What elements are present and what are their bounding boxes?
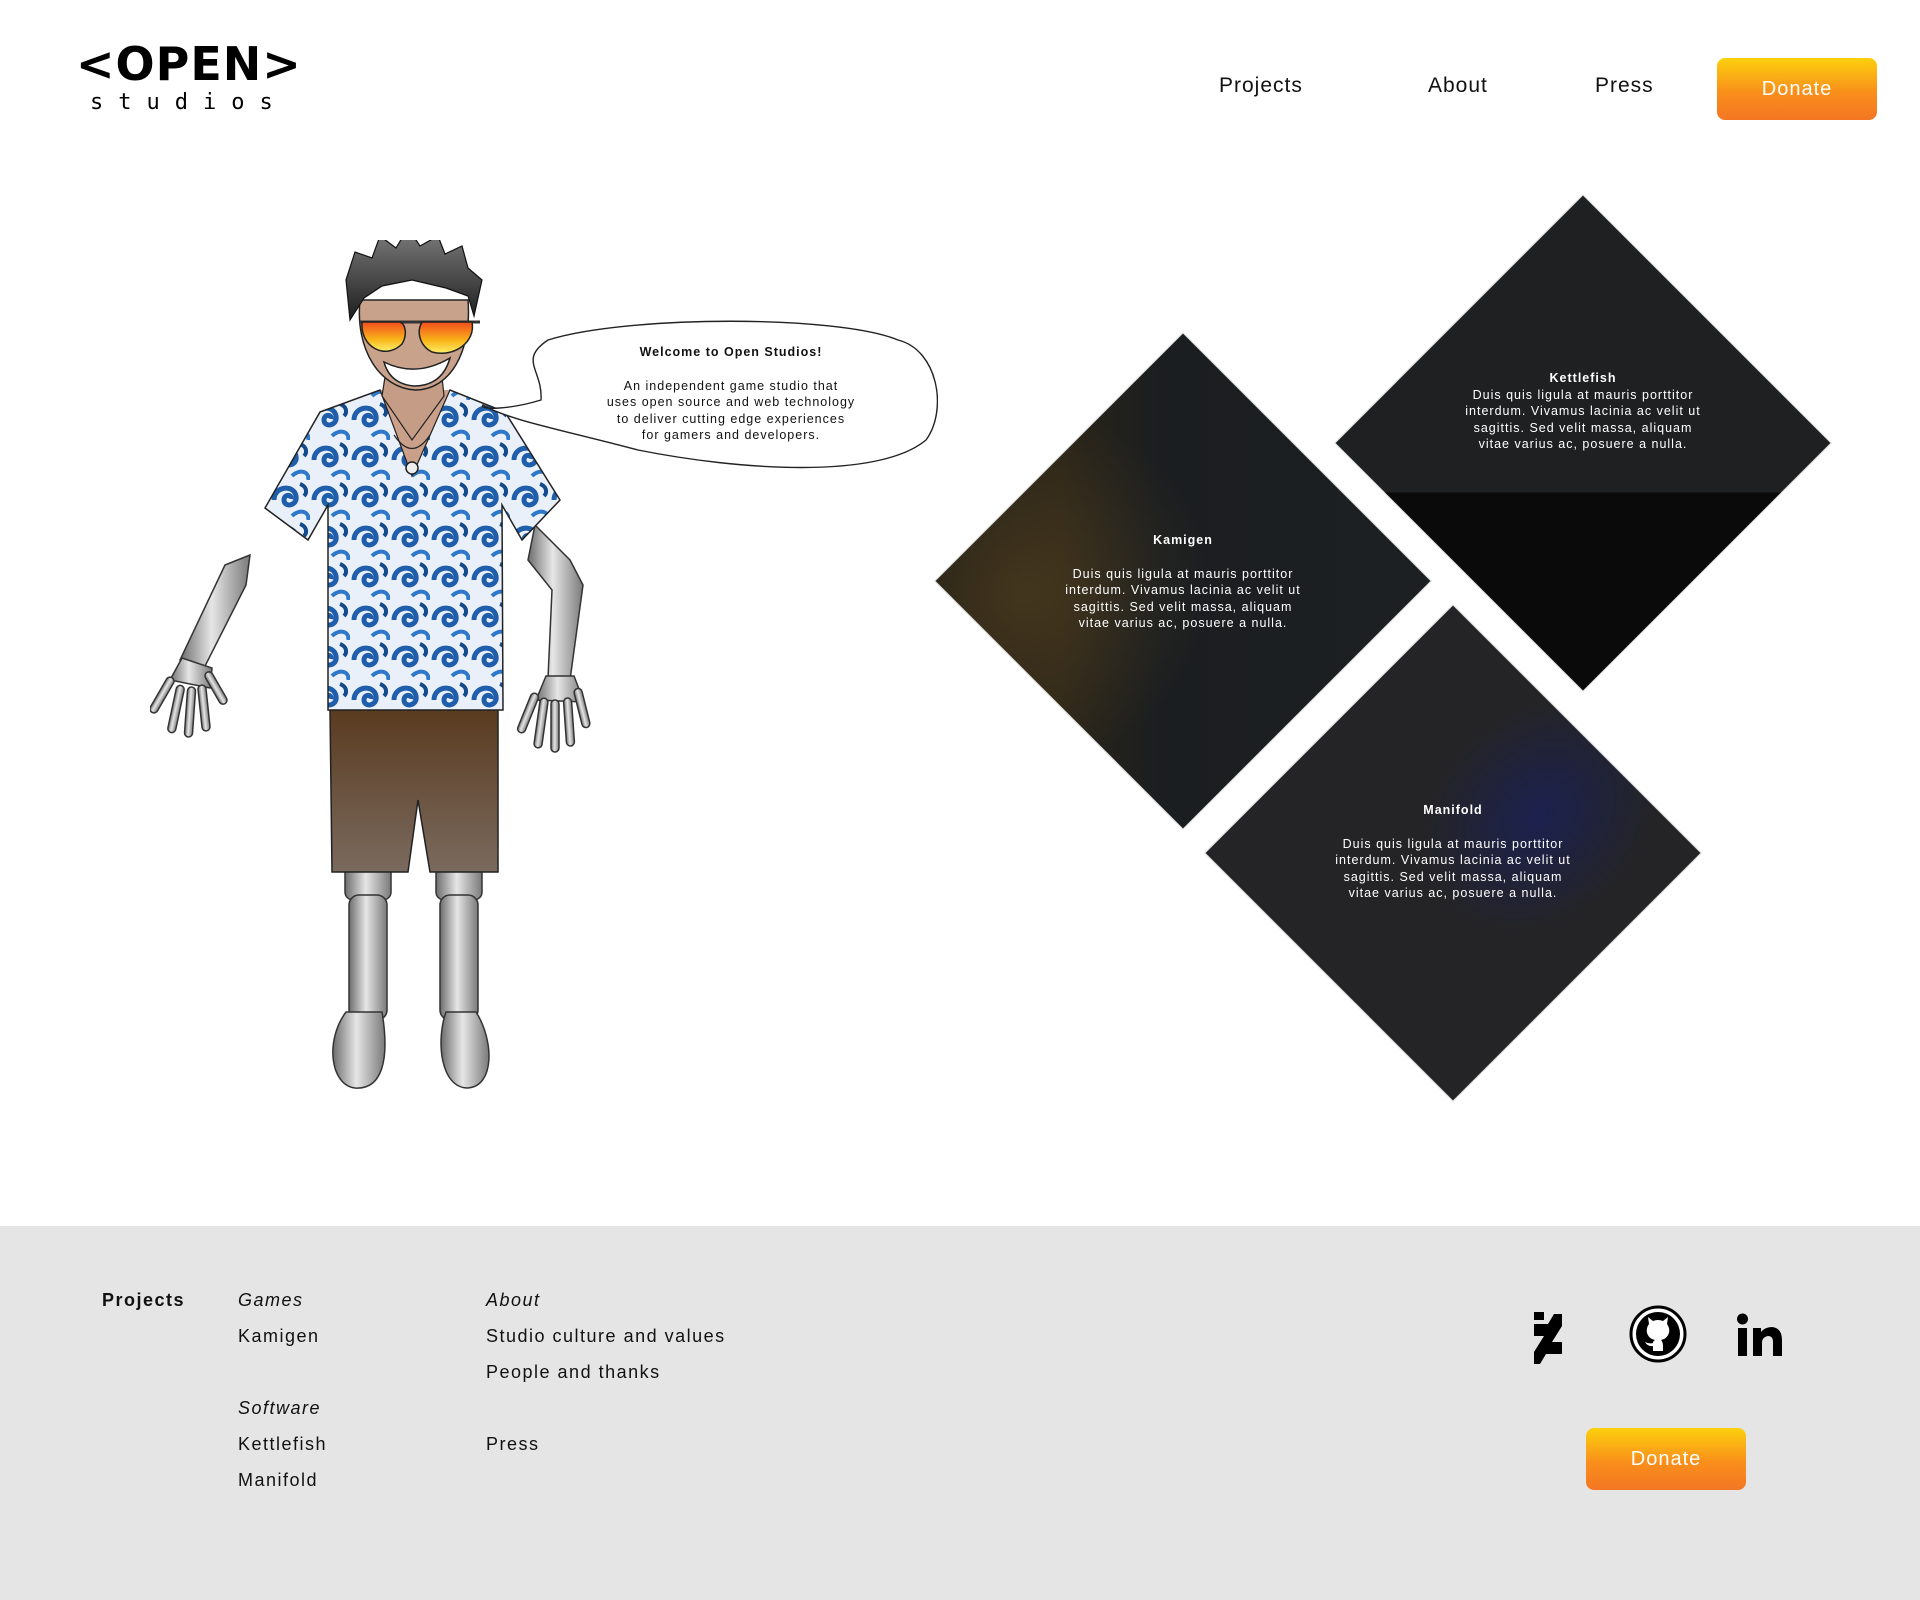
nav-projects[interactable]: Projects bbox=[1219, 74, 1303, 98]
left-robot-arm bbox=[150, 553, 251, 738]
bubble-line: for gamers and developers. bbox=[641, 428, 821, 442]
footer-donate-button[interactable]: Donate bbox=[1586, 1428, 1746, 1490]
nav-press[interactable]: Press bbox=[1595, 74, 1654, 98]
bubble-line: An independent game studio that bbox=[623, 378, 839, 393]
logo-wordmark: <OPEN> bbox=[76, 37, 302, 91]
kamigen-card-text: Kamigen Duis quis ligula at mauris portt… bbox=[1043, 532, 1323, 632]
card-line: vitae varius ac, posuere a nulla. bbox=[1078, 616, 1288, 631]
card-line: sagittis. Sed velit massa, aliquam bbox=[1473, 420, 1693, 435]
logo[interactable]: <OPEN> studios bbox=[76, 37, 302, 115]
card-line: vitae varius ac, posuere a nulla. bbox=[1478, 437, 1688, 452]
card-line: sagittis. Sed velit massa, aliquam bbox=[1343, 869, 1563, 884]
welcome-heading: Welcome to Open Studios! bbox=[639, 345, 823, 359]
nav-about[interactable]: About bbox=[1428, 74, 1488, 98]
footer-link-kettlefish[interactable]: Kettlefish bbox=[238, 1434, 327, 1455]
card-line: Duis quis ligula at mauris porttitor bbox=[1072, 566, 1294, 581]
right-robot-arm bbox=[516, 523, 591, 753]
card-line: sagittis. Sed velit massa, aliquam bbox=[1073, 599, 1293, 614]
card-line: interdum. Vivamus lacinia ac velit ut bbox=[1465, 404, 1701, 419]
footer-about-heading: About bbox=[486, 1290, 541, 1310]
bubble-line: to deliver cutting edge experiences bbox=[616, 411, 846, 426]
logo-subtitle: studios bbox=[90, 90, 288, 115]
card-line: Duis quis ligula at mauris porttitor bbox=[1472, 387, 1694, 402]
footer-link-studio-culture[interactable]: Studio culture and values bbox=[486, 1326, 726, 1347]
kamigen-title: Kamigen bbox=[1153, 533, 1213, 547]
footer-link-manifold[interactable]: Manifold bbox=[238, 1470, 318, 1491]
kettlefish-card-text: Kettlefish Duis quis ligula at mauris po… bbox=[1443, 370, 1723, 453]
shorts bbox=[329, 709, 499, 873]
bubble-line: uses open source and web technology bbox=[606, 395, 856, 409]
kettlefish-title: Kettlefish bbox=[1549, 371, 1617, 385]
card-line: interdum. Vivamus lacinia ac velit ut bbox=[1335, 853, 1571, 868]
header-donate-button[interactable]: Donate bbox=[1717, 58, 1877, 120]
footer-games-heading: Games bbox=[238, 1290, 304, 1310]
footer-projects-heading: Projects bbox=[102, 1290, 186, 1310]
deviantart-icon[interactable] bbox=[1518, 1306, 1578, 1366]
robot-legs bbox=[332, 859, 490, 1089]
manifold-card-text: Manifold Duis quis ligula at mauris port… bbox=[1313, 802, 1593, 902]
manifold-title: Manifold bbox=[1423, 803, 1483, 817]
footer-link-press[interactable]: Press bbox=[486, 1434, 540, 1455]
github-icon[interactable] bbox=[1628, 1304, 1688, 1364]
necklace-pendant bbox=[405, 461, 419, 475]
footer-link-kamigen[interactable]: Kamigen bbox=[238, 1326, 320, 1347]
card-line: Duis quis ligula at mauris porttitor bbox=[1342, 836, 1564, 851]
footer-software-heading: Software bbox=[238, 1398, 322, 1418]
footer-link-people-thanks[interactable]: People and thanks bbox=[486, 1362, 661, 1383]
card-line: vitae varius ac, posuere a nulla. bbox=[1348, 886, 1558, 901]
linkedin-icon[interactable] bbox=[1730, 1306, 1790, 1366]
speech-bubble-text: Welcome to Open Studios! An independent … bbox=[575, 344, 887, 444]
site-footer: Projects Games Kamigen Software Kettlefi… bbox=[0, 1226, 1920, 1600]
card-line: interdum. Vivamus lacinia ac velit ut bbox=[1065, 583, 1301, 598]
